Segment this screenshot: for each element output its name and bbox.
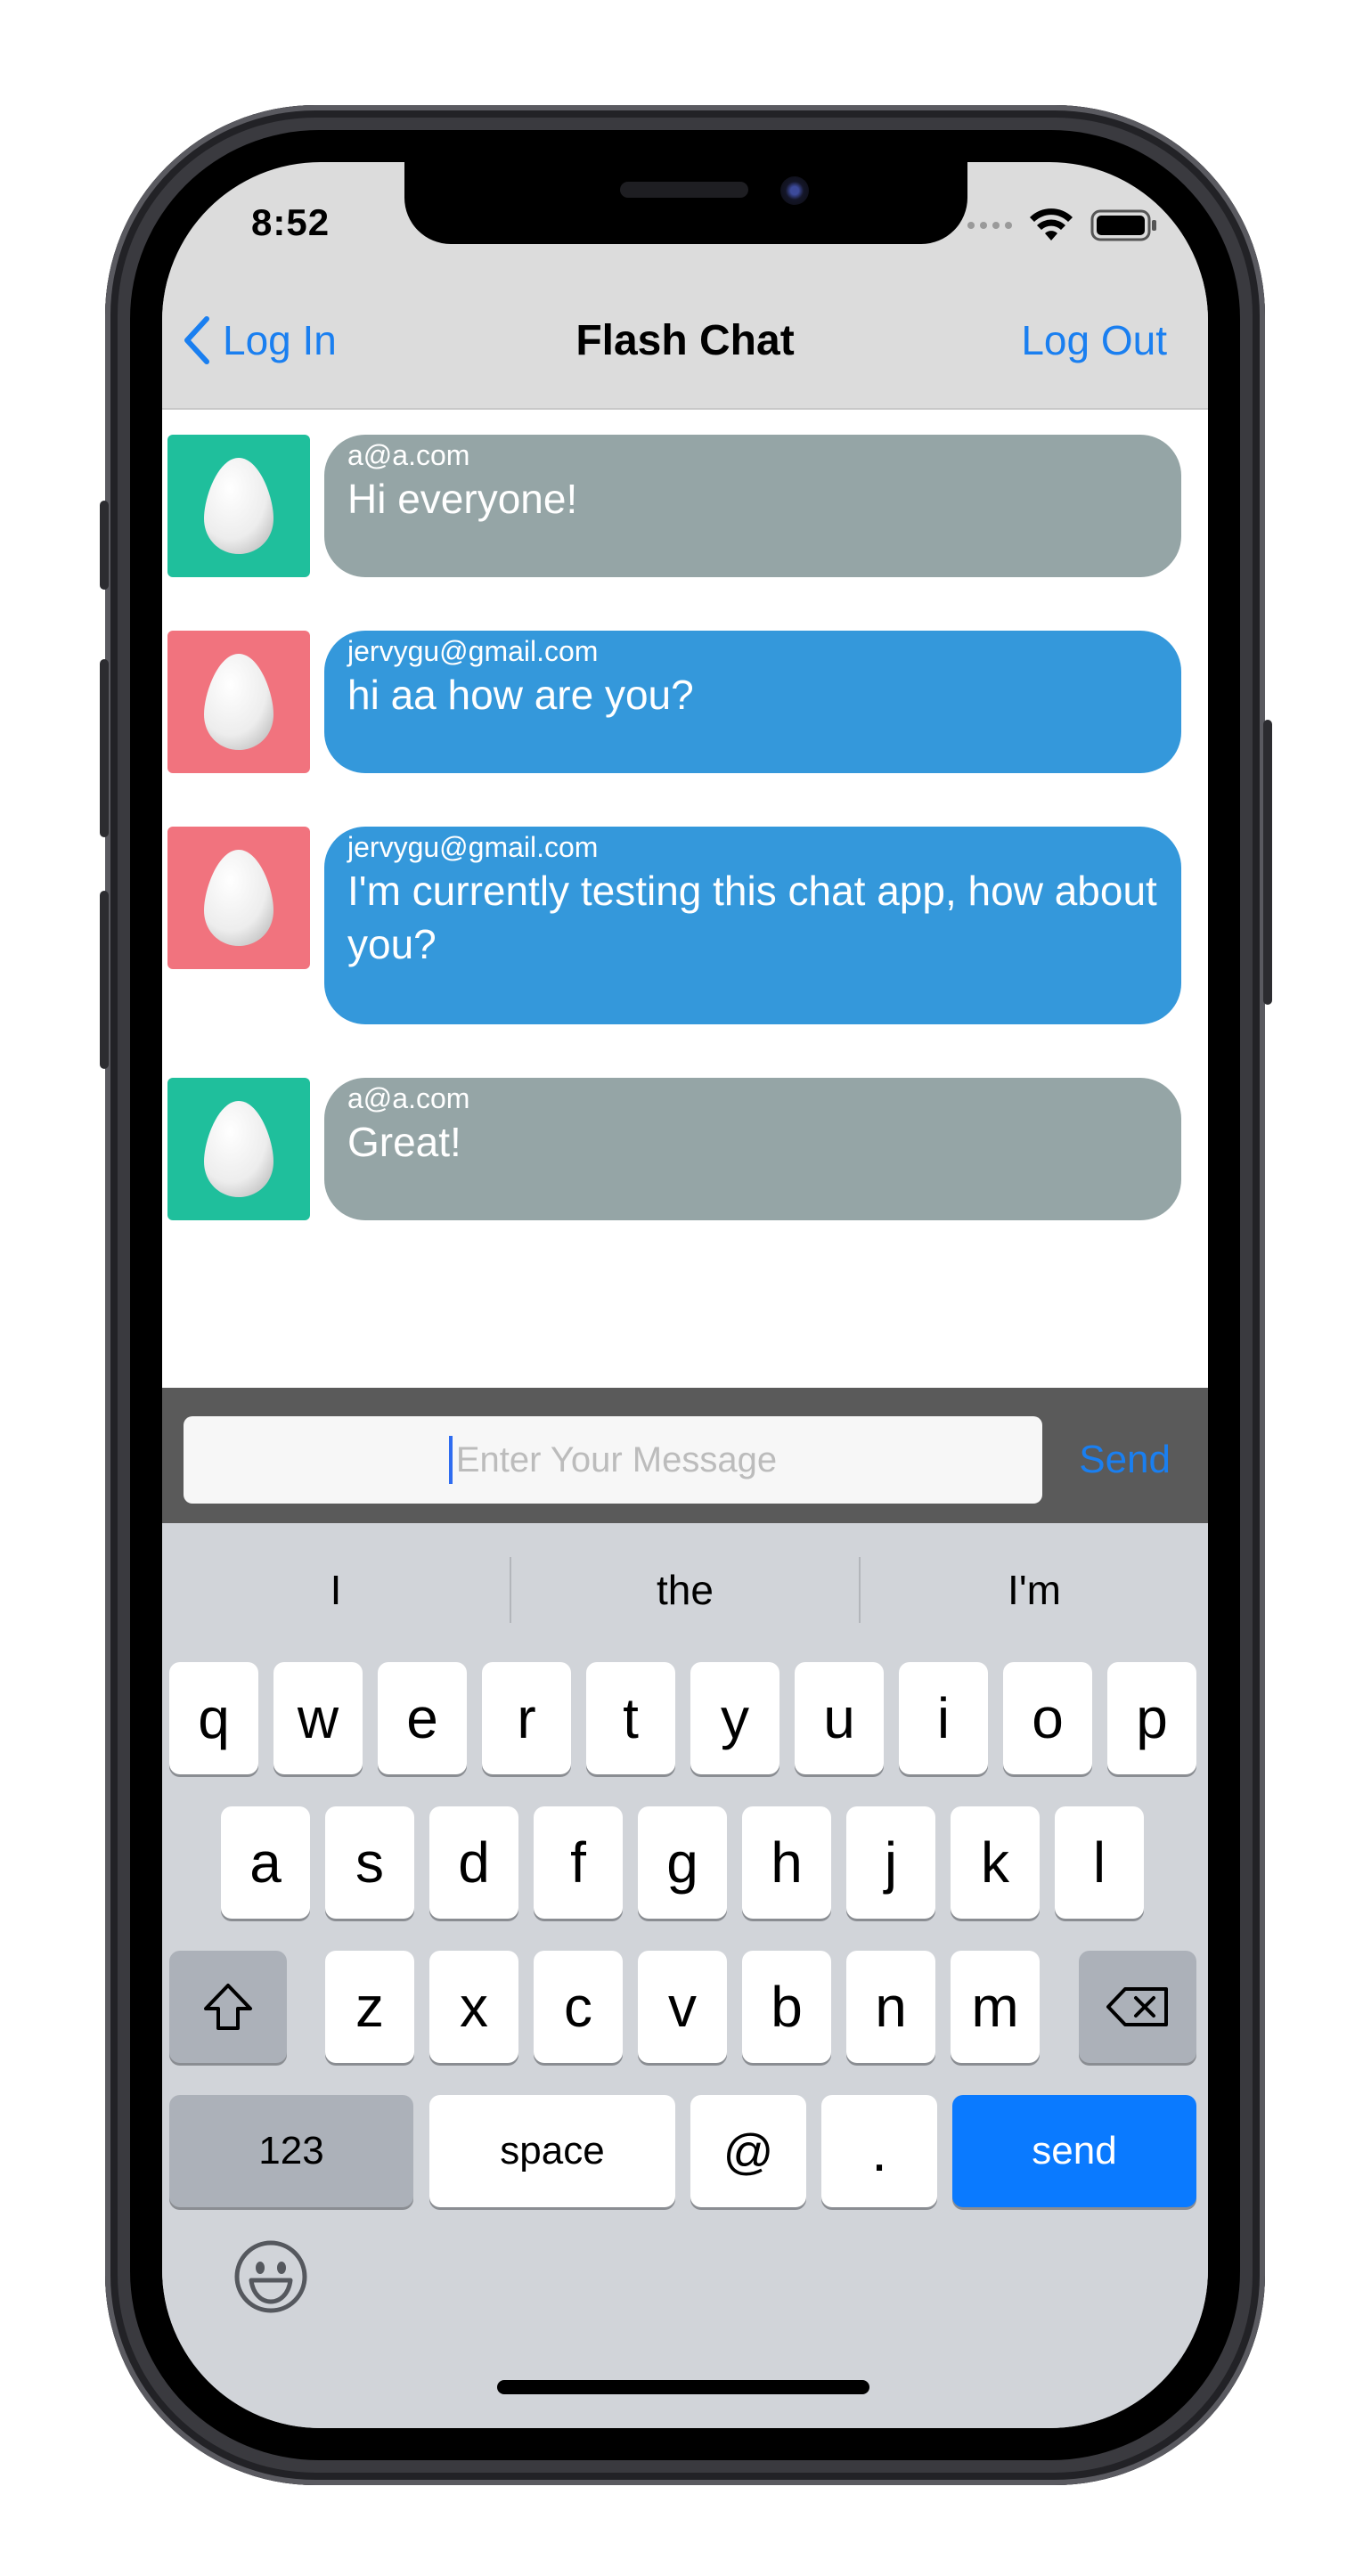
message-sender: a@a.com [347, 439, 470, 471]
message-text: Great! [347, 1119, 461, 1165]
message-input-placeholder: Enter Your Message [455, 1439, 778, 1480]
period-key[interactable]: . [821, 2095, 937, 2207]
key-n[interactable]: n [846, 1951, 935, 2063]
message-bubble: jervygu@gmail.com hi aa how are you? [324, 631, 1181, 773]
space-key[interactable]: space [429, 2095, 675, 2207]
key-q[interactable]: q [169, 1662, 258, 1774]
status-time: 8:52 [251, 201, 331, 243]
key-o[interactable]: o [1003, 1662, 1092, 1774]
keyboard: I the I'm q w e r t y u i o p a s d f g … [162, 1523, 1208, 2428]
message-text: I'm currently testing this chat app, how… [347, 868, 1157, 967]
message-sender: a@a.com [347, 1082, 470, 1114]
message-input-bar: Enter Your Message Send [162, 1388, 1208, 1523]
key-l[interactable]: l [1055, 1806, 1144, 1919]
key-r[interactable]: r [482, 1662, 571, 1774]
key-v[interactable]: v [638, 1951, 727, 2063]
front-camera [780, 176, 809, 205]
key-w[interactable]: w [273, 1662, 363, 1774]
key-e[interactable]: e [378, 1662, 467, 1774]
message-row: a@a.com Great! [162, 1078, 1208, 1220]
earpiece-speaker [620, 182, 748, 198]
log-out-button[interactable]: Log Out [1021, 305, 1167, 376]
message-bubble: a@a.com Hi everyone! [324, 435, 1181, 577]
key-c[interactable]: c [534, 1951, 623, 2063]
key-g[interactable]: g [638, 1806, 727, 1919]
message-text: hi aa how are you? [347, 672, 694, 718]
home-indicator[interactable] [497, 2380, 869, 2394]
message-row: jervygu@gmail.com I'm currently testing … [162, 827, 1208, 1024]
message-input[interactable]: Enter Your Message [184, 1416, 1042, 1504]
avatar [167, 435, 310, 577]
numbers-key[interactable]: 123 [169, 2095, 413, 2207]
key-t[interactable]: t [586, 1662, 675, 1774]
backspace-key[interactable] [1079, 1951, 1196, 2063]
key-d[interactable]: d [429, 1806, 518, 1919]
message-text: Hi everyone! [347, 476, 578, 522]
navigation-bar: Log In Flash Chat Log Out [162, 278, 1208, 410]
power-button [1263, 720, 1272, 1005]
mute-switch [100, 501, 109, 590]
egg-icon [204, 458, 273, 554]
status-icons [967, 208, 1158, 242]
key-u[interactable]: u [795, 1662, 884, 1774]
volume-down-button [100, 891, 109, 1069]
suggestion-3[interactable]: I'm [861, 1523, 1208, 1657]
send-key[interactable]: send [952, 2095, 1196, 2207]
emoji-icon[interactable] [233, 2239, 308, 2314]
egg-icon [204, 850, 273, 946]
message-sender: jervygu@gmail.com [347, 831, 599, 863]
backspace-icon [1106, 1987, 1168, 2026]
message-row: jervygu@gmail.com hi aa how are you? [162, 631, 1208, 773]
message-bubble: jervygu@gmail.com I'm currently testing … [324, 827, 1181, 1024]
screen: 8:52 Log In Flash Chat Log Out a@a.com H… [162, 162, 1208, 2428]
suggestion-1[interactable]: I [162, 1523, 510, 1657]
notch [404, 162, 967, 244]
key-i[interactable]: i [899, 1662, 988, 1774]
volume-up-button [100, 659, 109, 837]
wifi-icon [1030, 208, 1073, 240]
message-sender: jervygu@gmail.com [347, 635, 599, 667]
send-button[interactable]: Send [1079, 1416, 1171, 1504]
key-x[interactable]: x [429, 1951, 518, 2063]
at-key[interactable]: @ [690, 2095, 806, 2207]
suggestion-2[interactable]: the [511, 1523, 859, 1657]
text-caret [448, 1436, 453, 1484]
shift-key[interactable] [169, 1951, 287, 2063]
key-a[interactable]: a [221, 1806, 310, 1919]
key-m[interactable]: m [951, 1951, 1040, 2063]
avatar [167, 1078, 310, 1220]
egg-icon [204, 654, 273, 750]
shift-icon [204, 1984, 252, 2030]
key-b[interactable]: b [742, 1951, 831, 2063]
key-k[interactable]: k [951, 1806, 1040, 1919]
message-bubble: a@a.com Great! [324, 1078, 1181, 1220]
signal-icon [967, 222, 1012, 229]
message-list[interactable]: a@a.com Hi everyone! jervygu@gmail.com h… [162, 410, 1208, 1388]
message-row: a@a.com Hi everyone! [162, 435, 1208, 577]
battery-icon [1090, 209, 1156, 241]
key-h[interactable]: h [742, 1806, 831, 1919]
key-f[interactable]: f [534, 1806, 623, 1919]
key-z[interactable]: z [325, 1951, 414, 2063]
key-s[interactable]: s [325, 1806, 414, 1919]
avatar [167, 827, 310, 969]
key-j[interactable]: j [846, 1806, 935, 1919]
egg-icon [204, 1101, 273, 1197]
key-p[interactable]: p [1107, 1662, 1196, 1774]
key-y[interactable]: y [690, 1662, 779, 1774]
avatar [167, 631, 310, 773]
